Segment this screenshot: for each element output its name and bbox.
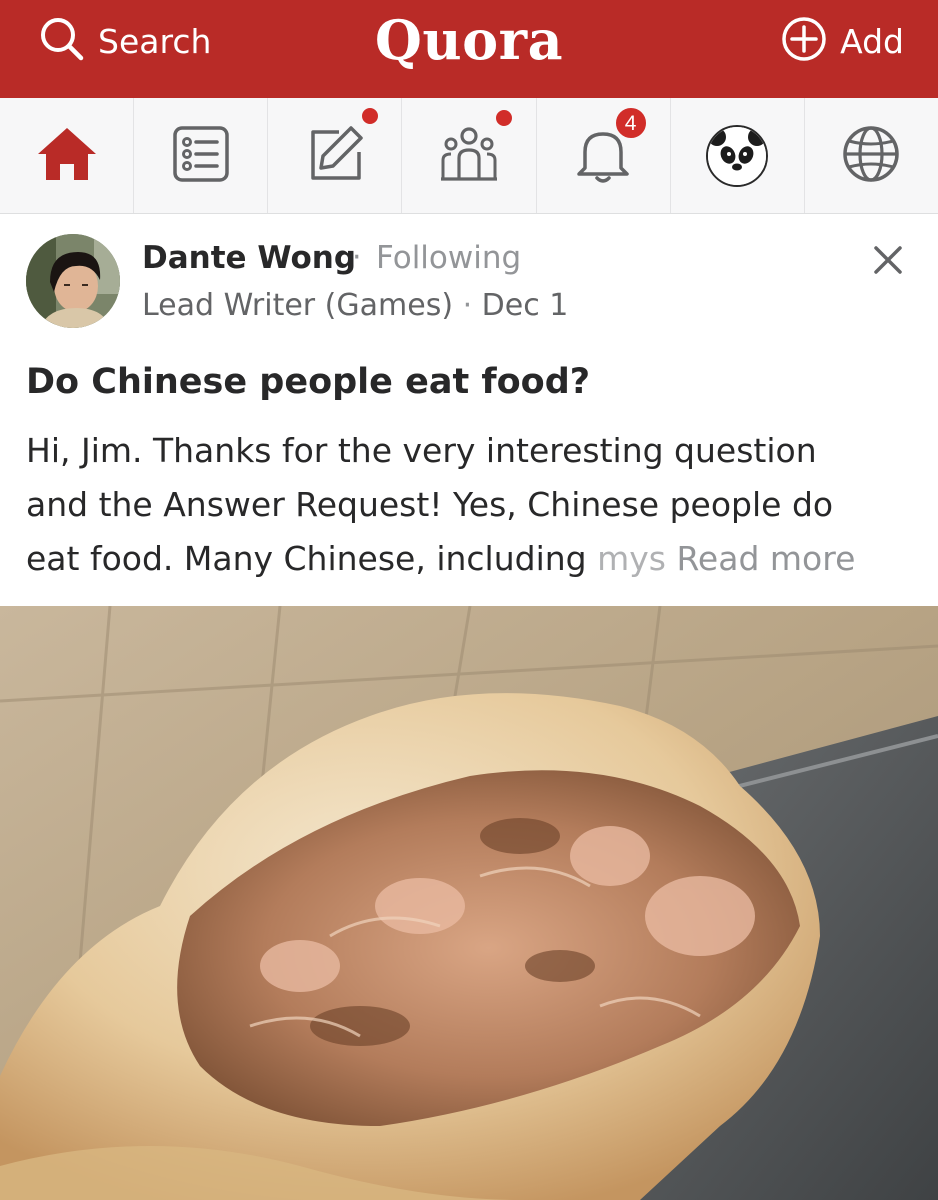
nav-spaces[interactable] [402, 98, 537, 213]
plus-circle-icon [780, 15, 828, 67]
globe-icon [839, 122, 903, 190]
answer-line: Hi, Jim. Thanks for the very interesting… [26, 431, 817, 470]
profile-avatar-panda [706, 124, 769, 187]
following-feed-icon [171, 122, 231, 190]
question-title[interactable]: Do Chinese people eat food? [26, 362, 590, 402]
post-author-row: Dante Wong · Following Lead Writer (Game… [26, 234, 916, 330]
author-avatar[interactable] [26, 234, 120, 328]
search-label: Search [98, 21, 212, 61]
home-icon [35, 124, 99, 188]
answer-edit-icon [303, 122, 367, 190]
add-button[interactable]: Add [780, 15, 904, 67]
unread-dot [494, 108, 515, 128]
top-app-bar: Search Quora Add [0, 0, 938, 98]
quora-logo[interactable]: Quora [375, 8, 563, 72]
nav-answer[interactable] [268, 98, 403, 213]
author-credential-line: Lead Writer (Games) · Dec 1 [142, 288, 568, 323]
answer-line-last: eat food. Many Chinese, including mys Re… [26, 532, 926, 586]
search-icon [38, 15, 86, 67]
main-nav: 4 [0, 98, 938, 214]
author-name[interactable]: Dante Wong [142, 240, 356, 276]
close-icon [870, 246, 906, 282]
nav-profile[interactable] [671, 98, 805, 213]
separator-dot: · [462, 288, 473, 323]
nav-home[interactable] [0, 98, 135, 213]
nav-following[interactable] [134, 98, 381, 213]
answer-line: eat food. Many Chinese, including [26, 539, 598, 578]
add-label: Add [840, 21, 904, 61]
answer-fade-text: mys [597, 539, 666, 578]
post-date[interactable]: Dec 1 [482, 288, 569, 323]
search-button[interactable]: Search [38, 18, 211, 64]
author-credential: Lead Writer (Games) [142, 288, 454, 323]
following-button[interactable]: Following [376, 240, 521, 276]
post-image[interactable] [0, 606, 938, 1200]
nav-language[interactable] [805, 98, 938, 213]
answer-preview[interactable]: Hi, Jim. Thanks for the very interesting… [26, 424, 926, 586]
nav-notifications[interactable]: 4 [537, 98, 671, 213]
answer-line: and the Answer Request! Yes, Chinese peo… [26, 485, 834, 524]
notification-count-badge: 4 [613, 106, 648, 140]
read-more-link[interactable]: Read more [676, 539, 855, 578]
dismiss-post-button[interactable] [870, 242, 906, 278]
spaces-people-icon [437, 122, 501, 190]
separator-dot: · [352, 240, 362, 275]
